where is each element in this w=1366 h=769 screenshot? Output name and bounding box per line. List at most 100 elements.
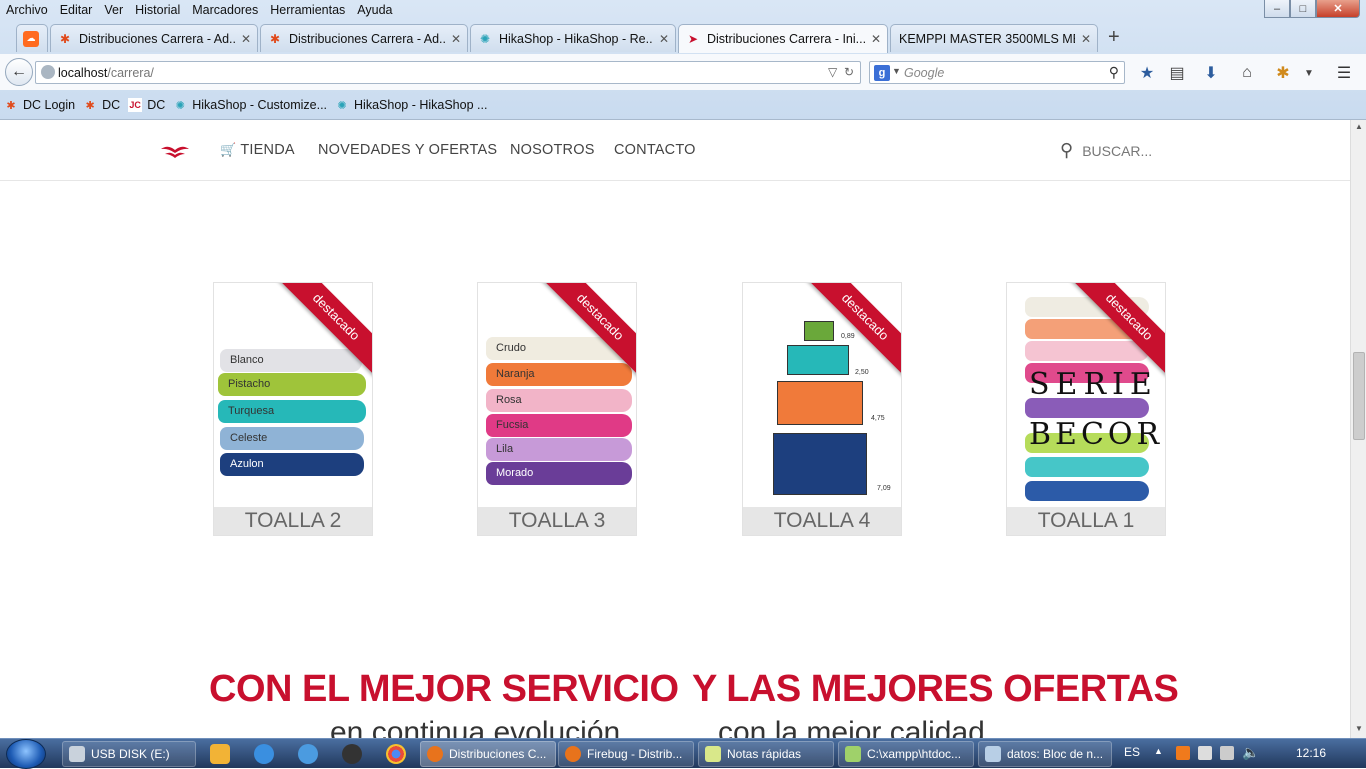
firebug-icon[interactable]: ✱ (1273, 64, 1293, 82)
url-path: /carrera/ (107, 65, 154, 80)
close-tab-icon[interactable]: ✕ (241, 32, 251, 46)
search-icon[interactable]: ⚲ (1109, 64, 1119, 81)
internet-explorer-icon[interactable] (254, 744, 274, 764)
minimize-button[interactable]: – (1264, 0, 1290, 18)
product-card-toalla-2[interactable]: Blanco Pistacho Turquesa Celeste Azulon … (213, 282, 373, 536)
menu-historial[interactable]: Historial (135, 3, 180, 17)
chrome-icon[interactable] (386, 744, 406, 764)
menu-archivo[interactable]: Archivo (6, 3, 48, 17)
scroll-up-icon[interactable]: ▲ (1355, 122, 1363, 131)
tab-kemppi[interactable]: KEMPPI MASTER 3500MLS MEL... ✕ (890, 24, 1098, 52)
nav-tienda[interactable]: 🛒 TIENDA (220, 142, 295, 158)
window-controls: – □ ✕ (1264, 0, 1360, 18)
maximize-button[interactable]: □ (1290, 0, 1316, 18)
tab-title: Distribuciones Carrera - Ad... (289, 31, 445, 46)
home-icon[interactable]: ⌂ (1237, 64, 1257, 82)
tab-admin-1[interactable]: ✱ Distribuciones Carrera - Ad... ✕ (50, 24, 258, 52)
bookmark-hikashop-customize[interactable]: ✺ HikaShop - Customize... (173, 98, 327, 112)
taskbar-usb-disk[interactable]: USB DISK (E:) (62, 741, 196, 767)
nav-novedades[interactable]: NOVEDADES Y OFERTAS (318, 142, 497, 158)
engine-dropdown-icon[interactable]: ▼ (892, 66, 901, 76)
close-window-button[interactable]: ✕ (1316, 0, 1360, 18)
menu-ayuda[interactable]: Ayuda (357, 3, 392, 17)
serie-overlay: SERIE (1029, 367, 1158, 402)
joomla-icon: ✱ (269, 31, 281, 46)
menu-hamburger-icon[interactable]: ☰ (1334, 64, 1354, 82)
dropdown-arrow-icon[interactable]: ▽ (828, 65, 837, 79)
network-icon[interactable] (298, 744, 318, 764)
close-tab-icon[interactable]: ✕ (1081, 32, 1091, 46)
tab-admin-2[interactable]: ✱ Distribuciones Carrera - Ad... ✕ (260, 24, 468, 52)
size-label: 4,75 (871, 415, 885, 422)
tab-carrera-inicio[interactable]: ➤ Distribuciones Carrera - Ini... ✕ (678, 24, 888, 53)
navigation-toolbar: ← localhost/carrera/ ▽ ↻ g ▼ Google ⚲ ★ … (0, 54, 1366, 90)
jc-icon: JC (128, 98, 143, 112)
media-player-icon[interactable] (210, 744, 230, 764)
nav-contacto[interactable]: CONTACTO (614, 142, 696, 158)
close-tab-icon[interactable]: ✕ (659, 32, 669, 46)
taskbar-notepad-datos[interactable]: datos: Bloc de n... (978, 741, 1112, 767)
bookmarks-menu-icon[interactable]: ▤ (1167, 64, 1187, 82)
new-tab-button[interactable]: + (1108, 26, 1120, 49)
reload-icon[interactable]: ↻ (844, 65, 854, 79)
product-card-toalla-3[interactable]: Crudo Naranja Rosa Fucsia Lila Morado de… (477, 282, 637, 536)
tray-expand-icon[interactable]: ▲ (1154, 746, 1163, 756)
product-name: TOALLA 2 (214, 507, 372, 535)
towel-swatch: Rosa (486, 389, 632, 412)
nav-nosotros[interactable]: NOSOTROS (510, 142, 595, 158)
product-card-toalla-4[interactable]: 0,89 2,50 4,75 7,09 destacado TOALLA 4 (742, 282, 902, 536)
taskbar-notepad-xampp[interactable]: C:\xampp\htdoc... (838, 741, 974, 767)
menu-ver[interactable]: Ver (104, 3, 123, 17)
menu-marcadores[interactable]: Marcadores (192, 3, 258, 17)
menu-editar[interactable]: Editar (60, 3, 93, 17)
close-tab-icon[interactable]: ✕ (451, 32, 461, 46)
url-bar[interactable]: localhost/carrera/ ▽ ↻ (35, 61, 861, 84)
page-scrollbar[interactable]: ▲ ▼ (1350, 120, 1366, 738)
bookmark-dc[interactable]: ✱ DC (83, 98, 121, 112)
bookmark-dc-jc[interactable]: JC DC (128, 98, 165, 112)
clock[interactable]: 12:16 (1296, 746, 1326, 760)
scroll-down-icon[interactable]: ▼ (1355, 724, 1363, 733)
hikashop-icon: ✺ (337, 99, 347, 112)
url-host: localhost (58, 65, 108, 80)
bookmark-dc-login[interactable]: ✱ DC Login (4, 98, 75, 112)
firefox-icon (427, 746, 443, 762)
firebug-dropdown-icon[interactable]: ▼ (1299, 64, 1319, 82)
cart-icon: 🛒 (220, 142, 237, 157)
bookmark-star-icon[interactable]: ★ (1137, 64, 1157, 82)
tab-title: Distribuciones Carrera - Ad... (79, 31, 235, 46)
bookmark-hikashop[interactable]: ✺ HikaShop - HikaShop ... (335, 98, 487, 112)
sticky-notes-icon (705, 746, 721, 762)
volume-icon[interactable]: 🔈 (1242, 744, 1259, 761)
towel-swatch: Naranja (486, 363, 632, 386)
site-search[interactable]: ⚲ BUSCAR... (1060, 140, 1152, 161)
towel-swatch: Blanco (220, 349, 362, 372)
menu-herramientas[interactable]: Herramientas (270, 3, 345, 17)
language-indicator[interactable]: ES (1124, 745, 1140, 759)
tab-hikashop[interactable]: ✺ HikaShop - HikaShop - Re... ✕ (470, 24, 676, 52)
joomla-icon: ✱ (6, 99, 16, 112)
towel-size-large (777, 381, 863, 425)
network-tray-icon[interactable] (1220, 746, 1234, 760)
hikashop-icon: ✺ (175, 99, 185, 112)
towel-size-medium (787, 345, 849, 375)
xampp-icon[interactable] (1176, 746, 1190, 760)
product-card-toalla-1[interactable]: SERIE BECOR destacado TOALLA 1 (1006, 282, 1166, 536)
start-button[interactable] (6, 739, 46, 769)
nav-tienda-label: TIENDA (240, 142, 295, 158)
search-bar[interactable]: g ▼ Google ⚲ (869, 61, 1125, 84)
close-tab-icon[interactable]: ✕ (871, 32, 881, 46)
scrollbar-thumb[interactable] (1353, 352, 1365, 440)
downloads-icon[interactable]: ⬇ (1201, 64, 1221, 82)
taskbar-sticky-notes[interactable]: Notas rápidas (698, 741, 834, 767)
towel-swatch (1025, 341, 1149, 361)
taskbar-firefox-carrera[interactable]: Distribuciones C... (420, 741, 556, 767)
app-icon[interactable] (342, 744, 362, 764)
carrera-logo[interactable] (160, 142, 190, 160)
taskbar-firebug[interactable]: Firebug - Distrib... (558, 741, 694, 767)
tab-pinned-soundcloud[interactable]: ☁ (16, 24, 48, 52)
size-label: 7,09 (877, 485, 891, 492)
flag-icon[interactable] (1198, 746, 1212, 760)
taskbar-label: Notas rápidas (727, 747, 802, 761)
back-button[interactable]: ← (5, 58, 33, 86)
